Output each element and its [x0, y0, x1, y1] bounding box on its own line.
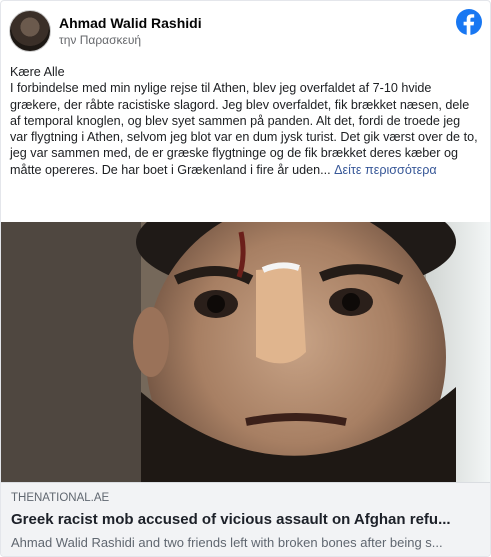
post-photo[interactable] — [1, 222, 490, 482]
post-timestamp[interactable]: την Παρασκευή — [59, 32, 202, 48]
facebook-post-card: Ahmad Walid Rashidi την Παρασκευή Kære A… — [0, 0, 491, 557]
post-paragraph: I forbindelse med min nylige rejse til A… — [10, 80, 481, 178]
post-header: Ahmad Walid Rashidi την Παρασκευή — [9, 9, 482, 53]
link-title[interactable]: Greek racist mob accused of vicious assa… — [11, 510, 482, 530]
post-body: Kære Alle I forbindelse med min nylige r… — [10, 64, 481, 178]
post-meta: Ahmad Walid Rashidi την Παρασκευή — [59, 14, 202, 48]
link-description: Ahmad Walid Rashidi and two friends left… — [11, 535, 443, 550]
author-name[interactable]: Ahmad Walid Rashidi — [59, 14, 202, 32]
link-domain: THENATIONAL.AE — [11, 492, 110, 504]
author-avatar[interactable] — [9, 10, 51, 52]
facebook-logo-icon[interactable] — [456, 9, 482, 35]
see-more-link[interactable]: Δείτε περισσότερα — [334, 163, 437, 177]
post-greeting: Kære Alle — [10, 65, 65, 79]
injured-man-selfie-image — [1, 222, 490, 482]
link-preview[interactable]: THENATIONAL.AE Greek racist mob accused … — [1, 482, 490, 556]
